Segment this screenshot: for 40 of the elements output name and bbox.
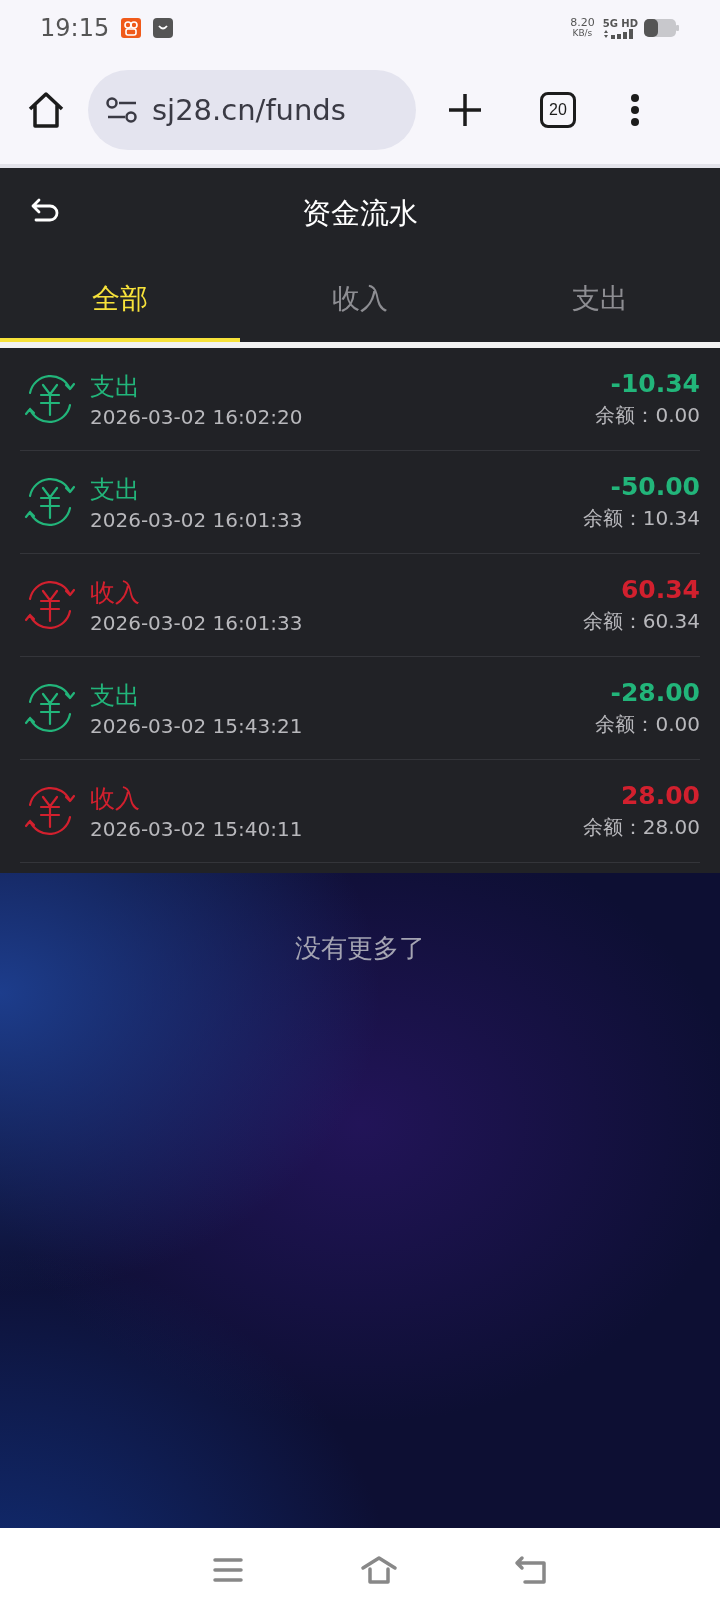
network-speed-unit: KB/s [572, 28, 593, 39]
transaction-type: 支出 [90, 370, 141, 403]
transaction-amount: 60.34 [620, 575, 700, 604]
site-settings-icon[interactable] [106, 97, 138, 123]
address-bar[interactable]: sj28.cn/funds [88, 70, 416, 150]
transaction-amount: 28.00 [620, 781, 700, 810]
transaction-type: 支出 [90, 679, 141, 712]
transaction-amount: -28.00 [610, 678, 700, 707]
transaction-time: 2026-03-02 15:40:11 [90, 816, 304, 841]
network-type: 5G HD [602, 17, 638, 29]
transaction-amount: -50.00 [610, 472, 700, 501]
balance-text: 余额：0.00 [595, 402, 700, 429]
back-icon[interactable] [30, 198, 60, 224]
tab[interactable]: 全部 [0, 260, 240, 342]
transaction-time: 2026-03-02 16:01:33 [90, 610, 304, 635]
battery-icon [644, 19, 680, 37]
tab[interactable]: 支出 [480, 260, 720, 342]
network-speed: 8.20 [570, 17, 595, 28]
page-title: 资金流水 [302, 195, 418, 232]
transaction-type: 收入 [90, 782, 141, 815]
transaction-time: 2026-03-02 16:02:20 [90, 404, 304, 429]
app-notification-icon [121, 18, 142, 38]
balance-text: 余额：10.34 [582, 505, 700, 532]
transaction-type: 支出 [90, 473, 141, 506]
new-tab-icon[interactable] [448, 93, 482, 127]
end-of-list-text: 没有更多了 [295, 932, 425, 965]
balance-text: 余额：0.00 [595, 711, 700, 738]
transaction-amount: -10.34 [610, 369, 700, 398]
home-icon[interactable] [26, 90, 66, 130]
url-text: sj28.cn/funds [152, 93, 346, 127]
balance-text: 余额：60.34 [582, 608, 700, 635]
tab-count-button[interactable]: 20 [540, 92, 576, 128]
transaction-type: 收入 [90, 576, 141, 609]
menu-icon[interactable] [630, 93, 640, 127]
balance-text: 余额：28.00 [582, 814, 700, 841]
tab[interactable]: 收入 [240, 260, 480, 342]
transaction-time: 2026-03-02 15:43:21 [90, 713, 304, 738]
transaction-time: 2026-03-02 16:01:33 [90, 507, 304, 532]
shopping-bag-icon [153, 18, 174, 38]
status-time: 19:15 [40, 14, 110, 42]
